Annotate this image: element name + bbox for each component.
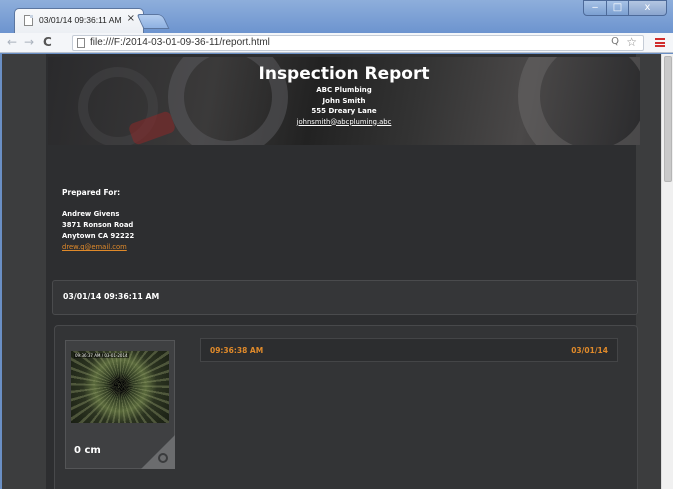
zoom-icon[interactable]: Q xyxy=(611,36,619,47)
back-arrow-icon[interactable]: ← xyxy=(7,35,17,49)
session-timestamp: 03/01/14 09:36:11 AM xyxy=(63,292,160,301)
capture-time: 09:36:38 AM xyxy=(210,346,264,355)
maximize-button[interactable]: □ xyxy=(607,0,629,16)
report-header-banner: Inspection Report ABC Plumbing John Smit… xyxy=(48,57,640,145)
corner-fold xyxy=(141,435,175,469)
capture-meta-bar: 09:36:38 AM 03/01/14 xyxy=(200,338,618,362)
close-window-button[interactable]: x xyxy=(629,0,667,16)
company-address: 555 Dreary Lane xyxy=(311,107,377,115)
capture-thumbnail-image[interactable]: 09:36:37 AM / 03-01-2014 xyxy=(71,351,169,423)
client-street: 3871 Ronson Road xyxy=(62,221,134,229)
page-viewport: Inspection Report ABC Plumbing John Smit… xyxy=(2,54,661,489)
capture-thumbnail-card[interactable]: 09:36:37 AM / 03-01-2014 0 cm xyxy=(65,340,175,469)
vertical-scrollbar[interactable] xyxy=(661,54,673,489)
file-icon xyxy=(77,38,85,48)
prepared-for-heading: Prepared For: xyxy=(62,188,121,197)
thumbnail-timestamp: 09:36:37 AM / 03-01-2014 xyxy=(74,353,129,358)
browser-toolbar: ← → C file:///F:/2014-03-01-09-36-11/rep… xyxy=(0,33,673,53)
report-title: Inspection Report xyxy=(258,64,430,84)
url-text[interactable]: file:///F:/2014-03-01-09-36-11/report.ht… xyxy=(90,37,270,48)
report-header-text: Inspection Report ABC Plumbing John Smit… xyxy=(48,63,640,128)
window-titlebar: 03/01/14 09:36:11 AM × ‒ □ x xyxy=(0,0,673,33)
client-city: Anytown CA 92222 xyxy=(62,232,135,240)
client-name: Andrew Givens xyxy=(62,210,120,218)
tab-close-icon[interactable]: × xyxy=(127,13,135,24)
report-page: Inspection Report ABC Plumbing John Smit… xyxy=(46,54,640,489)
page-icon xyxy=(24,15,33,26)
inspector-name: John Smith xyxy=(322,96,366,105)
company-name: ABC Plumbing xyxy=(316,86,372,94)
bookmark-star-icon[interactable]: ☆ xyxy=(626,35,637,49)
address-bar[interactable]: file:///F:/2014-03-01-09-36-11/report.ht… xyxy=(72,35,644,51)
session-header[interactable]: 03/01/14 09:36:11 AM xyxy=(52,280,638,315)
scrollbar-thumb[interactable] xyxy=(664,56,672,182)
client-email-link[interactable]: drew.g@email.com xyxy=(62,242,134,253)
browser-tab[interactable]: 03/01/14 09:36:11 AM × xyxy=(14,8,144,33)
capture-distance: 0 cm xyxy=(74,445,101,456)
capture-date: 03/01/14 xyxy=(571,346,608,355)
window-controls: ‒ □ x xyxy=(583,0,667,16)
minimize-button[interactable]: ‒ xyxy=(583,0,607,16)
company-email-link[interactable]: johnsmith@abcpluming.abc xyxy=(48,117,640,128)
tab-title: 03/01/14 09:36:11 AM xyxy=(39,15,122,25)
prepared-for-block: Prepared For: Andrew Givens 3871 Ronson … xyxy=(62,188,134,253)
forward-arrow-icon[interactable]: → xyxy=(24,35,34,49)
menu-icon[interactable] xyxy=(655,38,665,47)
reload-icon[interactable]: C xyxy=(43,35,52,49)
capture-card: 09:36:37 AM / 03-01-2014 0 cm 09:36:38 A… xyxy=(54,325,638,489)
